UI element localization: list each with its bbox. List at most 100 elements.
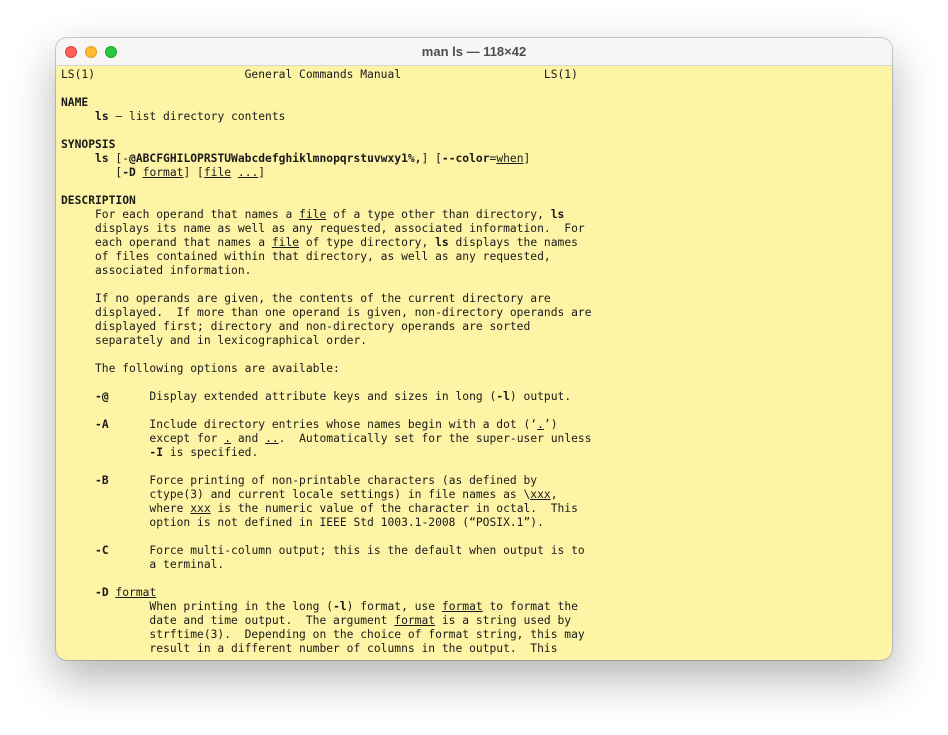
underlined-text: file bbox=[299, 208, 327, 221]
underlined-text: format bbox=[115, 586, 157, 599]
line-text: [ bbox=[61, 166, 123, 179]
line-text: Display extended attribute keys and size… bbox=[108, 390, 497, 403]
underlined-text: .. bbox=[265, 432, 279, 445]
line-text: ctype(3) and current locale settings) in… bbox=[61, 488, 531, 501]
terminal-line: ls – list directory contents bbox=[61, 110, 285, 124]
bold-text: -D bbox=[95, 586, 109, 599]
terminal-line: separately and in lexicographical order. bbox=[61, 334, 367, 348]
line-text: Force printing of non-printable characte… bbox=[108, 474, 538, 487]
underlined-text: format bbox=[441, 600, 483, 613]
bold-text: -I bbox=[149, 446, 164, 459]
underlined-text: when bbox=[496, 152, 524, 165]
terminal-line: NAME bbox=[61, 96, 88, 110]
terminal-line: DESCRIPTION bbox=[61, 194, 136, 208]
line-text: ] [ bbox=[421, 152, 442, 165]
line-text bbox=[61, 544, 95, 557]
line-text: of files contained within that directory… bbox=[61, 250, 551, 263]
line-text: to format the bbox=[482, 600, 578, 613]
line-text: strftime(3). Depending on the choice of … bbox=[61, 628, 585, 641]
terminal-line: -A Include directory entries whose names… bbox=[61, 418, 558, 432]
line-text bbox=[61, 446, 149, 459]
bold-text: SYNOPSIS bbox=[61, 138, 116, 151]
terminal-line: date and time output. The argument forma… bbox=[61, 614, 571, 628]
terminal-line: -B Force printing of non-printable chara… bbox=[61, 474, 537, 488]
underlined-text: xxx bbox=[530, 488, 551, 501]
terminal-line: displays its name as well as any request… bbox=[61, 222, 585, 236]
terminal-line: result in a different number of columns … bbox=[61, 642, 558, 656]
underlined-text: format bbox=[394, 614, 436, 627]
terminal-line: strftime(3). Depending on the choice of … bbox=[61, 628, 585, 642]
line-text bbox=[61, 586, 95, 599]
terminal-line: If no operands are given, the contents o… bbox=[61, 292, 551, 306]
line-text: displayed first; directory and non-direc… bbox=[61, 320, 531, 333]
line-text: . Automatically set for the super-user u… bbox=[278, 432, 592, 445]
terminal-content[interactable]: LS(1) General Commands Manual LS(1) NAME … bbox=[61, 68, 887, 660]
line-text: separately and in lexicographical order. bbox=[61, 334, 368, 347]
line-text bbox=[61, 110, 95, 123]
terminal-line: [-D format] [file ...] bbox=[61, 166, 265, 180]
terminal-line: option is not defined in IEEE Std 1003.1… bbox=[61, 516, 544, 530]
terminal-line: ls [-@ABCFGHILOPRSTUWabcdefghiklmnopqrst… bbox=[61, 152, 530, 166]
terminal-line: -@ Display extended attribute keys and s… bbox=[61, 390, 571, 404]
line-text: ] bbox=[258, 166, 266, 179]
line-text: When printing in the long ( bbox=[61, 600, 334, 613]
bold-text: --color bbox=[441, 152, 490, 165]
bold-text: -@ bbox=[95, 390, 109, 403]
underlined-text: ... bbox=[237, 166, 259, 179]
bold-text: NAME bbox=[61, 96, 89, 109]
line-text: ] bbox=[523, 152, 531, 165]
terminal-line: SYNOPSIS bbox=[61, 138, 115, 152]
line-text: except for bbox=[61, 432, 225, 445]
line-text: LS(1) General Commands Manual LS(1) bbox=[61, 68, 578, 81]
line-text: ] [ bbox=[183, 166, 204, 179]
line-text: ’) bbox=[543, 418, 558, 431]
line-text bbox=[136, 166, 143, 179]
underlined-text: xxx bbox=[190, 502, 211, 515]
window-title: man ls — 118×42 bbox=[421, 44, 527, 59]
underlined-text: file bbox=[271, 236, 300, 249]
bold-text: -l bbox=[333, 600, 347, 613]
line-text: of type directory, bbox=[299, 236, 436, 249]
terminal-line: a terminal. bbox=[61, 558, 224, 572]
terminal-line: When printing in the long (-l) format, u… bbox=[61, 600, 578, 614]
bold-text: ls bbox=[550, 208, 565, 221]
line-text bbox=[61, 474, 95, 487]
bold-text: -l bbox=[496, 390, 510, 403]
underlined-text: . bbox=[537, 418, 544, 431]
line-text: and bbox=[231, 432, 266, 445]
line-text: ) output. bbox=[509, 390, 572, 403]
line-text: displays its name as well as any request… bbox=[61, 222, 585, 235]
bold-text: DESCRIPTION bbox=[61, 194, 136, 207]
terminal-line: -I is specified. bbox=[61, 446, 258, 460]
terminal-line: LS(1) General Commands Manual LS(1) bbox=[61, 68, 578, 82]
line-text: For each operand that names a bbox=[61, 208, 300, 221]
line-text: each operand that names a bbox=[61, 236, 272, 249]
line-text: a terminal. bbox=[61, 558, 225, 571]
line-text: date and time output. The argument bbox=[61, 614, 395, 627]
terminal-line: -D format bbox=[61, 586, 156, 600]
terminal-line: The following options are available: bbox=[61, 362, 340, 376]
line-text: Force multi-column output; this is the d… bbox=[108, 544, 585, 557]
line-text: result in a different number of columns … bbox=[61, 642, 558, 655]
bold-text: ls bbox=[95, 110, 109, 123]
line-text: is the numeric value of the character in… bbox=[210, 502, 578, 515]
terminal-line: displayed first; directory and non-direc… bbox=[61, 320, 530, 334]
line-text: displays the names bbox=[448, 236, 578, 249]
terminal-line: each operand that names a file of type d… bbox=[61, 236, 578, 250]
terminal-line: of files contained within that directory… bbox=[61, 250, 551, 264]
line-text bbox=[61, 152, 95, 165]
terminal-line: displayed. If more than one operand is g… bbox=[61, 306, 592, 320]
line-text: is a string used by bbox=[435, 614, 572, 627]
terminal-line: For each operand that names a file of a … bbox=[61, 208, 564, 222]
bold-text: @ABCFGHILOPRSTUWabcdefghiklmnopqrstuvwxy… bbox=[129, 152, 422, 165]
terminal-line: associated information. bbox=[61, 264, 251, 278]
title-bar[interactable]: man ls — 118×42 bbox=[56, 38, 892, 66]
line-text: If no operands are given, the contents o… bbox=[61, 292, 551, 305]
bold-text: -B bbox=[95, 474, 109, 487]
line-text: of a type other than directory, bbox=[326, 208, 551, 221]
bold-text: ls bbox=[95, 152, 109, 165]
line-text: where bbox=[61, 502, 191, 515]
bold-text: ls bbox=[435, 236, 449, 249]
terminal-line: where xxx is the numeric value of the ch… bbox=[61, 502, 578, 516]
terminal-window: man ls — 118×42 LS(1) General Commands M… bbox=[56, 38, 892, 660]
